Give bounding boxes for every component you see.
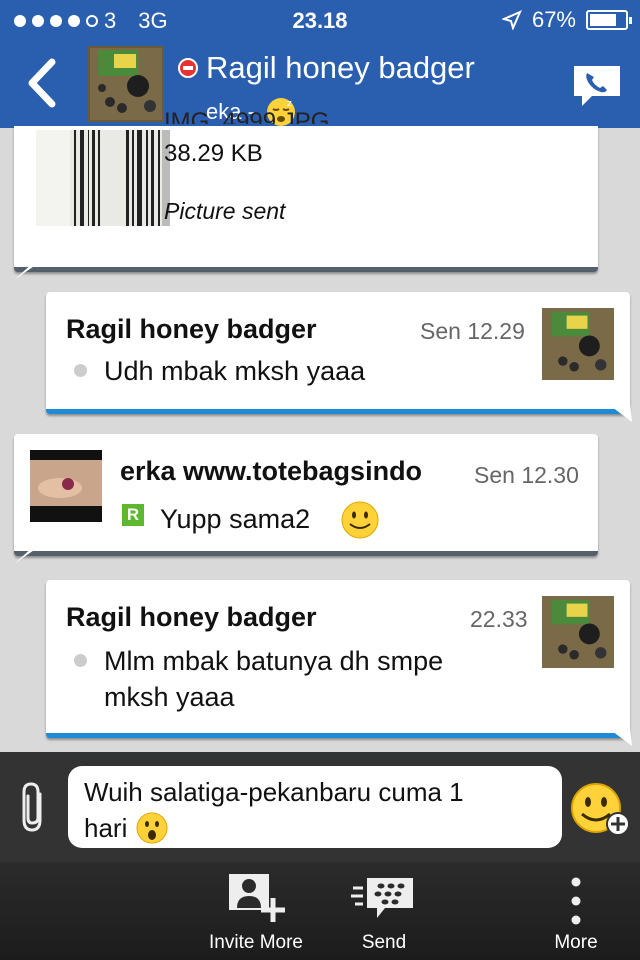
sender-name: Ragil honey badger xyxy=(66,602,317,632)
message-time: 22.33 xyxy=(470,606,528,632)
message-text-line1: Mlm mbak batunya dh smpe xyxy=(104,646,444,676)
busy-icon xyxy=(178,58,198,78)
more-dots-icon xyxy=(571,877,581,925)
file-status: Picture sent xyxy=(164,198,286,224)
bubble-tail xyxy=(608,404,632,422)
send-button[interactable]: Send xyxy=(334,866,434,958)
phone-icon[interactable] xyxy=(572,64,622,108)
message-bubble[interactable]: Ragil honey badger Sen 12.29 Udh mbak mk… xyxy=(46,292,630,414)
message-time: Sen 12.29 xyxy=(420,318,525,344)
sender-avatar[interactable] xyxy=(30,450,102,522)
delivery-dot xyxy=(74,364,87,377)
sender-avatar[interactable] xyxy=(542,308,614,380)
message-time: Sen 12.30 xyxy=(474,462,579,488)
back-arrow-icon[interactable] xyxy=(22,58,62,108)
file-name: IMG_4999.JPG xyxy=(164,108,330,124)
input-text-line1: Wuih salatiga-pekanbaru cuma 1 xyxy=(84,777,464,807)
input-text-line2: hari xyxy=(84,813,128,843)
battery-percent: 67% xyxy=(531,7,576,32)
more-button[interactable]: More xyxy=(536,866,616,958)
sender-avatar[interactable] xyxy=(542,596,614,668)
invite-more-label: Invite More xyxy=(209,932,303,953)
status-right: 67% xyxy=(501,7,632,33)
paperclip-icon[interactable] xyxy=(18,780,50,834)
add-contact-icon xyxy=(229,874,285,922)
surprised-emoji-icon xyxy=(136,812,168,844)
delivery-dot xyxy=(74,654,87,667)
message-text: Udh mbak mksh yaaa xyxy=(104,356,366,386)
bubble-tail xyxy=(14,262,40,280)
more-label: More xyxy=(554,932,598,953)
battery-icon xyxy=(586,10,632,30)
bubble-tail xyxy=(14,546,40,564)
read-marker-icon: R xyxy=(122,504,144,526)
smiley-emoji-icon xyxy=(341,501,379,539)
file-size: 38.29 KB xyxy=(164,140,263,167)
bubble-tail xyxy=(608,728,632,746)
contact-name[interactable]: Ragil honey badger xyxy=(206,50,475,86)
sender-name: Ragil honey badger xyxy=(66,314,317,344)
blackberry-send-icon xyxy=(351,878,413,918)
picture-thumbnail[interactable] xyxy=(36,130,170,226)
send-label: Send xyxy=(361,932,407,953)
message-text-line2: mksh yaaa xyxy=(104,682,235,712)
message-bubble[interactable]: Ragil honey badger 22.33 Mlm mbak batuny… xyxy=(46,580,630,738)
message-input[interactable]: Wuih salatiga-pekanbaru cuma 1 hari xyxy=(68,766,562,848)
message-text: Yupp sama2 xyxy=(160,504,311,534)
status-bar: 3 3G 23.18 67% xyxy=(0,0,640,40)
file-message-bubble[interactable]: IMG_4999.JPG 38.29 KB Picture sent xyxy=(14,108,598,272)
location-arrow-icon xyxy=(501,10,522,30)
message-bubble[interactable]: erka www.totebagsindo Sen 12.30 R Yupp s… xyxy=(14,434,598,556)
emoticon-picker-icon[interactable] xyxy=(570,782,632,838)
invite-more-button[interactable]: Invite More xyxy=(196,866,316,958)
contact-avatar[interactable] xyxy=(88,46,164,122)
sender-name: erka www.totebagsindo xyxy=(120,456,423,486)
